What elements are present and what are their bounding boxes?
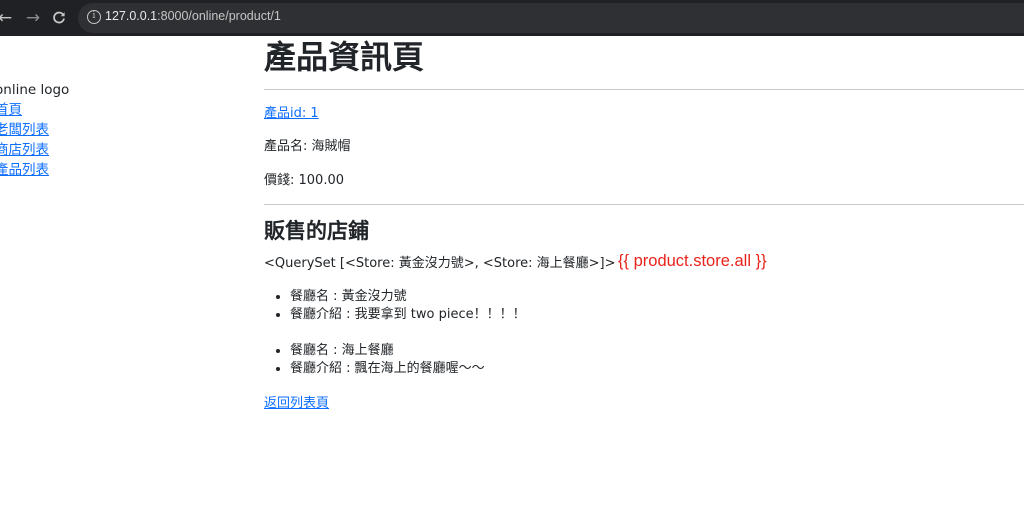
stores-heading: 販售的店鋪: [264, 219, 369, 243]
product-id-row: 產品id: 1: [264, 105, 319, 123]
store-name: 餐廳名 : 黃金沒力號: [290, 288, 526, 306]
browser-toolbar: ← → i 127.0.0.1:8000/online/product/1: [0, 0, 1024, 36]
back-to-list-link[interactable]: 返回列表頁: [264, 396, 329, 411]
sidebar-link-products[interactable]: 產品列表: [0, 160, 195, 180]
page-title: 產品資訊頁: [264, 38, 425, 76]
divider: [264, 204, 1024, 205]
site-info-icon[interactable]: i: [87, 10, 101, 24]
url-text[interactable]: 127.0.0.1:8000/online/product/1: [105, 9, 281, 23]
sidebar: online logo 首頁 老闆列表 商店列表 產品列表: [0, 80, 195, 180]
template-annotation: {{ product.store.all }}: [618, 252, 767, 270]
product-id-link[interactable]: 產品id: 1: [264, 106, 319, 121]
sidebar-link-stores[interactable]: 商店列表: [0, 140, 195, 160]
url-host: 127.0.0.1: [105, 9, 158, 23]
back-link-row: 返回列表頁: [264, 395, 329, 413]
url-path: :8000/online/product/1: [157, 9, 281, 23]
store-list: 餐廳名 : 海上餐廳 餐廳介紹 : 飄在海上的餐廳喔～～: [264, 342, 485, 378]
queryset-text: <QuerySet [<Store: 黃金沒力號>, <Store: 海上餐廳>…: [264, 256, 616, 271]
address-bar[interactable]: i 127.0.0.1:8000/online/product/1: [78, 3, 1024, 33]
product-price: 價錢: 100.00: [264, 173, 344, 188]
store-intro: 餐廳介紹 : 我要拿到 two piece！！！！: [290, 306, 526, 324]
site-logo: online logo: [0, 82, 70, 98]
sidebar-link-bosses[interactable]: 老闆列表: [0, 120, 195, 140]
store-list: 餐廳名 : 黃金沒力號 餐廳介紹 : 我要拿到 two piece！！！！: [264, 288, 526, 324]
sidebar-link-home[interactable]: 首頁: [0, 100, 195, 120]
product-name: 產品名: 海賊帽: [264, 139, 351, 154]
store-intro: 餐廳介紹 : 飄在海上的餐廳喔～～: [290, 360, 485, 378]
store-name: 餐廳名 : 海上餐廳: [290, 342, 485, 360]
forward-arrow-icon[interactable]: →: [22, 0, 44, 36]
divider: [264, 89, 1024, 90]
back-arrow-icon[interactable]: ←: [0, 0, 16, 36]
reload-icon-graphic: [53, 11, 65, 24]
reload-icon[interactable]: [48, 0, 70, 36]
